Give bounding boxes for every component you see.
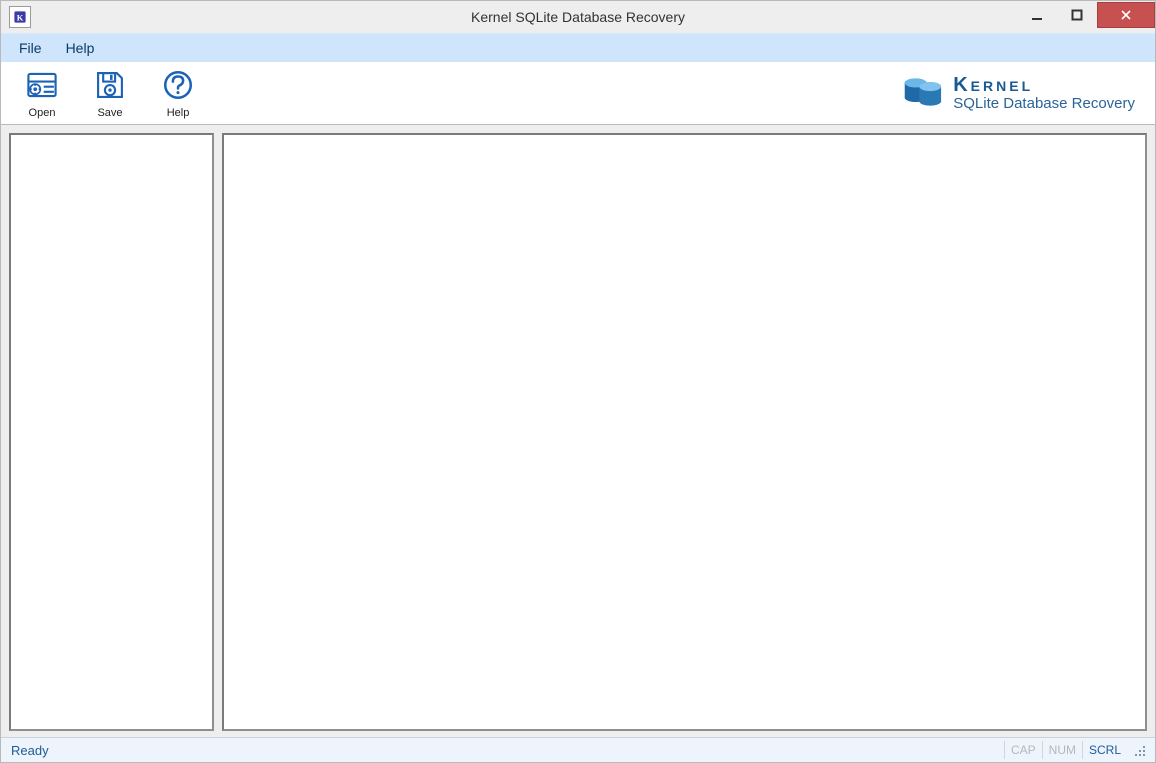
window-controls (1017, 2, 1155, 28)
open-icon (25, 68, 59, 105)
brand-subtitle: SQLite Database Recovery (953, 96, 1135, 113)
status-scrl: SCRL (1082, 741, 1127, 759)
svg-text:K: K (17, 14, 24, 23)
save-button[interactable]: Save (81, 68, 139, 119)
brand-name: Kernel (953, 74, 1135, 96)
brand-logo: Kernel SQLite Database Recovery (899, 72, 1143, 115)
tree-pane[interactable] (9, 133, 214, 731)
window-title: Kernel SQLite Database Recovery (1, 9, 1155, 25)
app-icon: K (9, 6, 31, 28)
open-button[interactable]: Open (13, 68, 71, 119)
status-bar: Ready CAP NUM SCRL (1, 737, 1155, 762)
details-pane[interactable] (222, 133, 1147, 731)
help-label: Help (167, 107, 190, 119)
resize-grip[interactable] (1131, 742, 1147, 758)
help-button[interactable]: Help (149, 68, 207, 119)
save-label: Save (97, 107, 122, 119)
menu-help[interactable]: Help (66, 40, 95, 56)
help-icon (161, 68, 195, 105)
menu-bar: File Help (1, 33, 1155, 62)
close-button[interactable] (1097, 2, 1155, 28)
status-text: Ready (11, 743, 49, 758)
application-window: K Kernel SQLite Database Recovery File H… (0, 0, 1156, 763)
status-cap: CAP (1004, 741, 1042, 759)
toolbar: Open Save Help (1, 62, 1155, 125)
menu-file[interactable]: File (19, 40, 42, 56)
save-icon (93, 68, 127, 105)
title-bar: K Kernel SQLite Database Recovery (1, 1, 1155, 33)
minimize-button[interactable] (1017, 2, 1057, 28)
database-icon (899, 72, 953, 115)
open-label: Open (29, 107, 56, 119)
maximize-button[interactable] (1057, 2, 1097, 28)
content-area (1, 125, 1155, 737)
status-num: NUM (1042, 741, 1082, 759)
